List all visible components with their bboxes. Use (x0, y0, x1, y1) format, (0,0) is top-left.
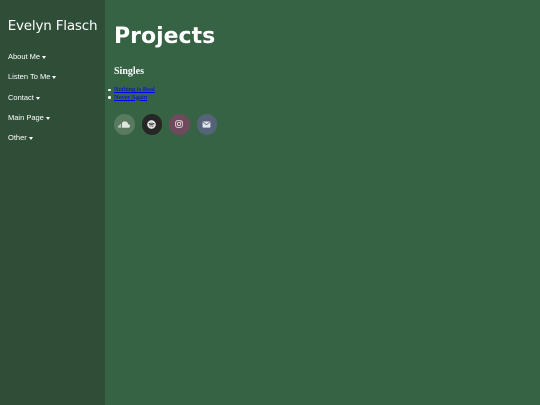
bullet-icon (108, 96, 111, 99)
social-links (114, 114, 224, 135)
caret-down-icon (28, 137, 33, 141)
nav-item-contact[interactable]: Contact (8, 92, 56, 114)
instagram-button[interactable] (169, 114, 190, 135)
page-title: Projects (114, 24, 216, 49)
singles-list: Nothing is Real Never Again (108, 86, 155, 102)
spotify-icon (147, 119, 157, 129)
site-name[interactable]: Evelyn Flasch (0, 18, 105, 34)
list-item: Never Again (108, 94, 155, 102)
mail-button[interactable] (196, 114, 217, 135)
bullet-icon (108, 88, 111, 91)
caret-down-icon (52, 76, 57, 80)
page: Evelyn Flasch About Me Listen To Me Cont… (0, 0, 540, 405)
nav-item-listen-to-me[interactable]: Listen To Me (8, 72, 57, 93)
sidebar-nav: About Me Listen To Me Contact Main Page … (8, 53, 57, 154)
sidebar: Evelyn Flasch About Me Listen To Me Cont… (0, 0, 105, 405)
nav-item-label: Contact (8, 92, 34, 102)
instagram-icon (175, 120, 184, 129)
nav-item-label: About Me (8, 52, 41, 61)
soundcloud-button[interactable] (114, 114, 135, 135)
nav-item-label: Main Page (8, 112, 44, 122)
nav-item-other[interactable]: Other (8, 134, 56, 154)
spotify-button[interactable] (141, 114, 162, 135)
caret-down-icon (45, 116, 50, 120)
nav-item-label: Other (8, 133, 27, 143)
soundcloud-icon (118, 121, 131, 128)
caret-down-icon (42, 56, 47, 59)
single-link-never-again[interactable]: Never Again (114, 94, 147, 101)
nav-item-main-page[interactable]: Main Page (8, 112, 56, 134)
nav-item-about-me[interactable]: About Me (8, 53, 56, 73)
nav-item-label: Listen To Me (8, 72, 51, 82)
list-item: Nothing is Real (108, 86, 155, 94)
caret-down-icon (35, 96, 40, 100)
single-link-nothing-is-real[interactable]: Nothing is Real (114, 86, 155, 93)
section-heading-singles: Singles (114, 66, 145, 77)
mail-icon (202, 121, 211, 128)
